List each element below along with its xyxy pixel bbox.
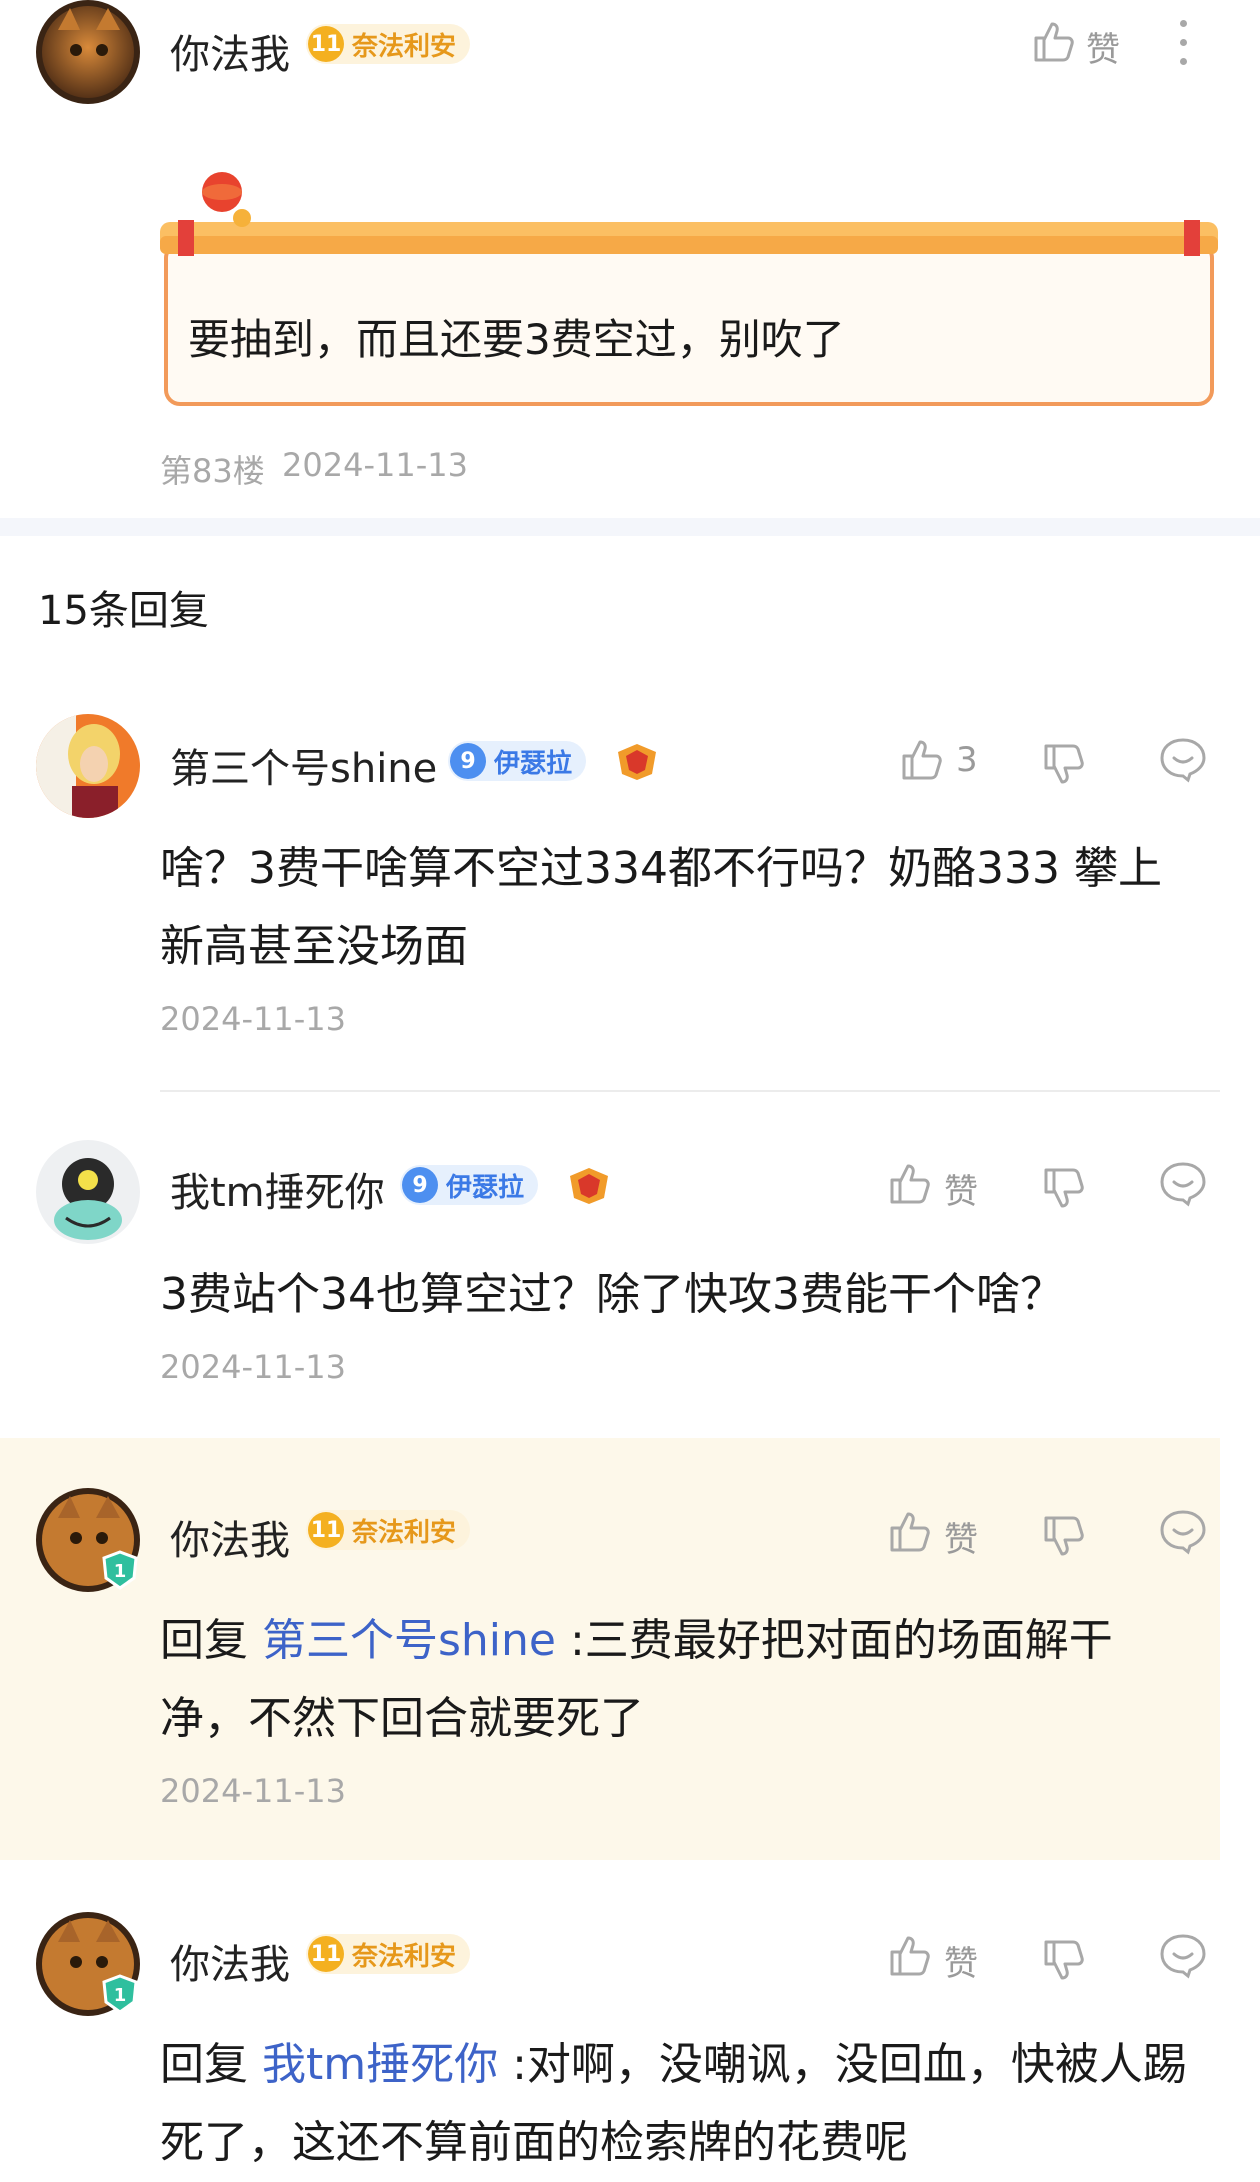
reply-date: 2024-11-13: [160, 1000, 346, 1038]
comment-icon[interactable]: [1158, 1508, 1208, 1556]
thumbs-down-icon[interactable]: [1040, 1164, 1088, 1212]
avatar[interactable]: [36, 0, 140, 104]
badge-level: 11: [308, 1512, 344, 1548]
avatar[interactable]: [36, 714, 140, 818]
reply-prefix: 回复: [160, 1615, 262, 1666]
thumbs-down-icon[interactable]: [1040, 1936, 1088, 1984]
comment-text: 要抽到，而且还要3费空过，别吹了: [188, 315, 845, 364]
thumbs-down-icon[interactable]: [1040, 740, 1088, 788]
emblem-icon: [570, 1168, 608, 1204]
divider: [160, 1090, 1220, 1092]
badge-name: 奈法利安: [352, 31, 457, 62]
reply-text: 啥？3费干啥算不空过334都不行吗？奶酪333 攀上新高甚至没场面: [160, 843, 1162, 972]
reply-date: 2024-11-13: [160, 1772, 346, 1810]
thumbs-up-icon[interactable]: [1030, 18, 1078, 66]
badge-level: 11: [308, 1936, 344, 1972]
more-icon[interactable]: [1176, 18, 1192, 68]
thumbs-up-icon[interactable]: [886, 1932, 934, 1980]
mention-link[interactable]: 我tm捶死你: [262, 2039, 498, 2090]
avatar[interactable]: [36, 1140, 140, 1244]
like-label[interactable]: 赞: [1086, 22, 1120, 71]
user-badge: 11 奈法利安: [306, 1510, 471, 1550]
section-separator: [0, 518, 1260, 536]
user-badge: 11 奈法利安: [306, 24, 471, 64]
comment-icon[interactable]: [1158, 1160, 1208, 1208]
reply-text: 回复 我tm捶死你 :对啊，没嘲讽，没回血，快被人踢死了，这还不算前面的检索牌的…: [160, 2026, 1200, 2182]
user-badge: 11 奈法利安: [306, 1934, 471, 1974]
user-badge: 9 伊瑟拉: [448, 741, 587, 781]
like-label[interactable]: 赞: [944, 1512, 978, 1561]
like-count[interactable]: 3: [956, 740, 978, 780]
thumbs-up-icon[interactable]: [886, 1508, 934, 1556]
username[interactable]: 你法我: [170, 22, 290, 80]
badge-name: 伊瑟拉: [446, 1172, 525, 1203]
comment-bubble: 要抽到，而且还要3费空过，别吹了: [160, 172, 1218, 410]
level-shield-icon: 1: [102, 1974, 138, 2014]
svg-text:1: 1: [114, 1561, 127, 1582]
username[interactable]: 我tm捶死你: [170, 1160, 385, 1218]
replies-header: 15条回复: [38, 588, 209, 634]
lantern-icon: [202, 172, 251, 227]
reply-prefix: 回复: [160, 2039, 262, 2090]
badge-level: 9: [450, 743, 486, 779]
avatar[interactable]: 1: [36, 1912, 140, 2016]
reply-text: 回复 第三个号shine :三费最好把对面的场面解干净，不然下回合就要死了: [160, 1602, 1170, 1758]
badge-level: 9: [402, 1167, 438, 1203]
avatar[interactable]: 1: [36, 1488, 140, 1592]
comment-date: 2024-11-13: [282, 446, 468, 484]
username[interactable]: 你法我: [170, 1932, 290, 1990]
reply-date: 2024-11-13: [160, 1348, 346, 1386]
username[interactable]: 第三个号shine: [170, 736, 437, 794]
thumbs-up-icon[interactable]: [886, 1160, 934, 1208]
thumbs-up-icon[interactable]: [898, 736, 946, 784]
badge-name: 奈法利安: [352, 1941, 457, 1972]
floor-number: 第83楼: [160, 452, 265, 490]
badge-name: 伊瑟拉: [494, 748, 573, 779]
comment-icon[interactable]: [1158, 1932, 1208, 1980]
reply-text: 3费站个34也算空过？除了快攻3费能干个啥？: [160, 1269, 1064, 1320]
badge-name: 奈法利安: [352, 1517, 457, 1548]
badge-level: 11: [308, 26, 344, 62]
emblem-icon: [618, 744, 656, 780]
comment-icon[interactable]: [1158, 736, 1208, 784]
thumbs-down-icon[interactable]: [1040, 1512, 1088, 1560]
username[interactable]: 你法我: [170, 1508, 290, 1566]
user-badge: 9 伊瑟拉: [400, 1165, 539, 1205]
like-label[interactable]: 赞: [944, 1936, 978, 1985]
mention-link[interactable]: 第三个号shine: [262, 1615, 556, 1666]
like-label[interactable]: 赞: [944, 1164, 978, 1213]
level-shield-icon: 1: [102, 1550, 138, 1590]
svg-text:1: 1: [114, 1985, 127, 2006]
